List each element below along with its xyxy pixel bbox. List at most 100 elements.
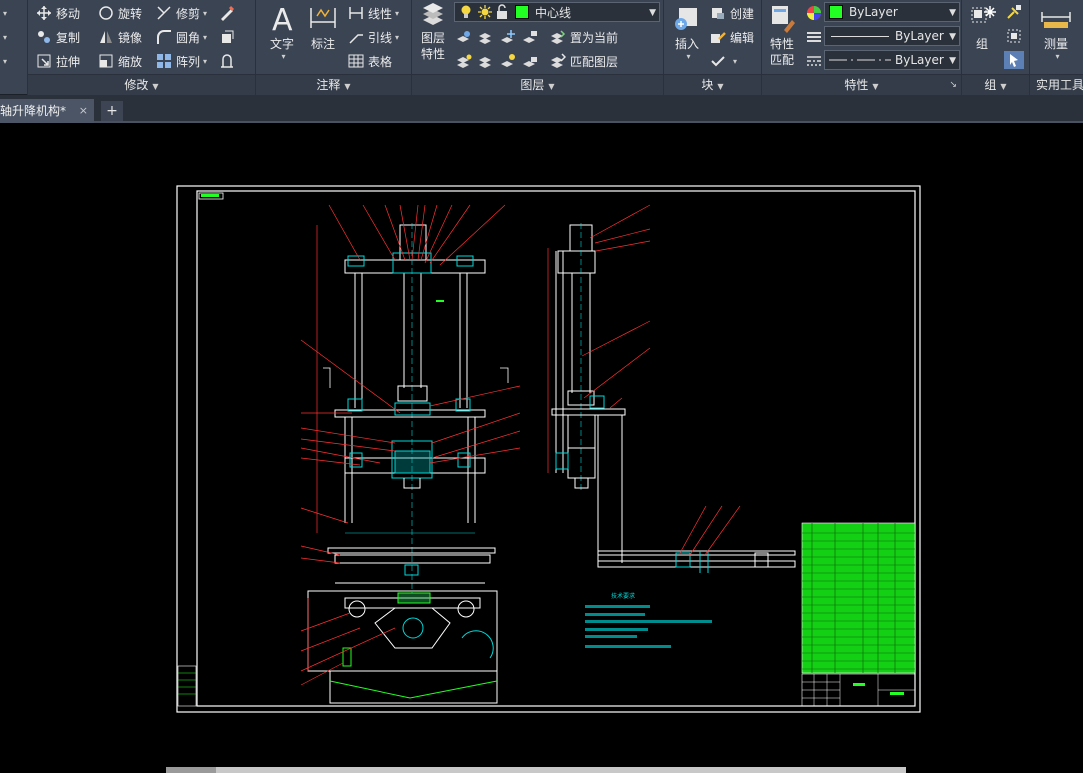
copy-icon: [36, 29, 52, 45]
fillet-dropdown-icon[interactable]: ▾: [203, 33, 207, 42]
trim-icon: [156, 5, 172, 21]
trim-button[interactable]: 修剪 ▾: [154, 2, 209, 24]
array-button[interactable]: 阵列 ▾: [154, 50, 209, 72]
linetype-sample: [829, 59, 891, 61]
layer-lock-icon[interactable]: [522, 29, 538, 45]
mirror-button[interactable]: 镜像: [96, 26, 144, 48]
document-tab-label: 轴升降机构*: [0, 104, 67, 118]
layer-off-icon[interactable]: [456, 29, 472, 45]
array-dropdown-icon[interactable]: ▾: [203, 57, 207, 66]
linear-dropdown-icon[interactable]: ▾: [395, 9, 399, 18]
modify-panel-title-text: 修改: [124, 78, 149, 92]
scrollbar-thumb[interactable]: [166, 767, 216, 773]
color-dropdown[interactable]: ByLayer ▼: [824, 2, 960, 22]
table-button[interactable]: 表格: [346, 50, 394, 72]
edit-block-button[interactable]: 编辑: [708, 26, 756, 48]
current-layer-name: 中心线: [535, 5, 572, 20]
match-layer-button[interactable]: 匹配图层: [548, 50, 620, 72]
explode-button[interactable]: [217, 26, 241, 48]
file-tab-bar: 轴升降机构* × +: [0, 95, 1083, 123]
layer-freeze-icon[interactable]: [500, 29, 516, 45]
close-icon[interactable]: ×: [79, 99, 88, 123]
offset-button[interactable]: [217, 50, 241, 72]
text-dropdown-icon[interactable]: ▾: [281, 52, 285, 61]
panel-expand-icon: ▼: [717, 82, 724, 91]
notes-title: 技术要求: [611, 592, 635, 600]
horizontal-scrollbar[interactable]: [166, 767, 906, 773]
mirror-icon: [98, 29, 114, 45]
lineweight-sample: [831, 35, 889, 37]
text-button[interactable]: A 文字 ▾: [260, 2, 304, 61]
copy-button[interactable]: 复制: [34, 26, 82, 48]
match-properties-button[interactable]: 特性 匹配: [762, 2, 802, 68]
rotate-button[interactable]: 旋转: [96, 2, 144, 24]
measure-button[interactable]: 测量 ▾: [1034, 2, 1078, 61]
layer-properties-button[interactable]: 图层 特性: [414, 2, 452, 62]
panel-expand-icon: ▼: [344, 82, 351, 91]
utilities-panel-title[interactable]: 实用工具: [1030, 74, 1083, 95]
layers-panel-title[interactable]: 图层 ▼: [412, 74, 663, 95]
lineweight-value: ByLayer: [895, 29, 944, 43]
dropdown-arrow-icon[interactable]: ▾: [3, 9, 7, 18]
dialog-launcher-icon[interactable]: ↘: [949, 75, 957, 95]
match-layer-icon: [550, 53, 567, 69]
set-current-button[interactable]: 置为当前: [548, 26, 620, 48]
color-wheel-icon: [806, 5, 822, 21]
layer-isolate-icon[interactable]: [478, 29, 494, 45]
rotate-label: 旋转: [118, 6, 143, 21]
block-attributes-button[interactable]: ▾: [708, 50, 739, 72]
create-block-button[interactable]: 创建: [708, 2, 756, 24]
insert-dropdown-icon[interactable]: ▾: [686, 52, 690, 61]
attribute-icon: [710, 53, 726, 69]
linetype-dropdown[interactable]: ByLayer ▼: [824, 50, 960, 70]
group-label: 组: [975, 37, 988, 51]
measure-label: 测量: [1043, 37, 1068, 51]
properties-panel-title[interactable]: 特性 ▼ ↘: [762, 74, 961, 95]
measure-icon: [1040, 2, 1072, 34]
properties-panel: 特性 匹配 ByLayer ▼ ByLayer ▼ ByLayer ▼ 特性 ▼ ↘: [762, 0, 962, 95]
new-tab-button[interactable]: +: [101, 101, 123, 121]
utilities-panel: 测量 ▾ 实用工具: [1030, 0, 1083, 95]
measure-dropdown-icon[interactable]: ▾: [1055, 52, 1059, 61]
dropdown-arrow-icon[interactable]: ▾: [3, 33, 7, 42]
erase-button[interactable]: [217, 2, 241, 24]
stretch-button[interactable]: 拉伸: [34, 50, 82, 72]
modify-panel-title[interactable]: 修改 ▼: [28, 74, 255, 95]
leader-dropdown-icon[interactable]: ▾: [395, 33, 399, 42]
group-edit-icon[interactable]: [1006, 28, 1022, 44]
layer-previous-icon[interactable]: [456, 53, 472, 69]
layers-panel: 图层 特性 中心线 ▼ 置为当前 匹配图层 图层 ▼: [412, 0, 664, 95]
block-attributes-dropdown-icon[interactable]: ▾: [733, 57, 737, 66]
trim-dropdown-icon[interactable]: ▾: [203, 9, 207, 18]
array-icon: [156, 53, 172, 69]
layers-panel-title-text: 图层: [520, 78, 545, 92]
annotation-panel-title[interactable]: 注释 ▼: [256, 74, 411, 95]
group-selection-toggle-icon[interactable]: [1004, 51, 1024, 69]
groups-panel-title[interactable]: 组 ▼: [962, 74, 1029, 95]
leader-button[interactable]: 引线 ▾: [346, 26, 401, 48]
scale-label: 缩放: [118, 54, 143, 69]
linear-button[interactable]: 线性 ▾: [346, 2, 401, 24]
dropdown-arrow-icon[interactable]: ▾: [3, 57, 7, 66]
copy-label: 复制: [56, 30, 81, 45]
ungroup-icon[interactable]: [1006, 4, 1022, 20]
block-panel-title[interactable]: 块 ▼: [664, 74, 761, 95]
insert-button[interactable]: 插入 ▾: [666, 2, 708, 61]
drawing-canvas[interactable]: 技术要求: [0, 123, 1083, 773]
fillet-button[interactable]: 圆角 ▾: [154, 26, 209, 48]
match-layer-label: 匹配图层: [570, 54, 619, 69]
layer-unlock-icon[interactable]: [522, 53, 538, 69]
dimension-button[interactable]: 标注: [301, 2, 345, 52]
move-button[interactable]: 移动: [34, 2, 82, 24]
layer-thaw-icon[interactable]: [500, 53, 516, 69]
set-current-icon: [550, 29, 566, 45]
layer-walk-icon[interactable]: [478, 53, 494, 69]
scale-button[interactable]: 缩放: [96, 50, 144, 72]
document-tab[interactable]: 轴升降机构* ×: [0, 99, 94, 123]
lineweight-dropdown[interactable]: ByLayer ▼: [824, 26, 960, 46]
layer-properties-label: 图层 特性: [421, 30, 445, 62]
layer-dropdown[interactable]: 中心线 ▼: [454, 2, 660, 22]
group-button[interactable]: 组: [962, 2, 1002, 52]
leader-label: 引线: [368, 30, 393, 45]
sun-icon: [477, 4, 493, 20]
